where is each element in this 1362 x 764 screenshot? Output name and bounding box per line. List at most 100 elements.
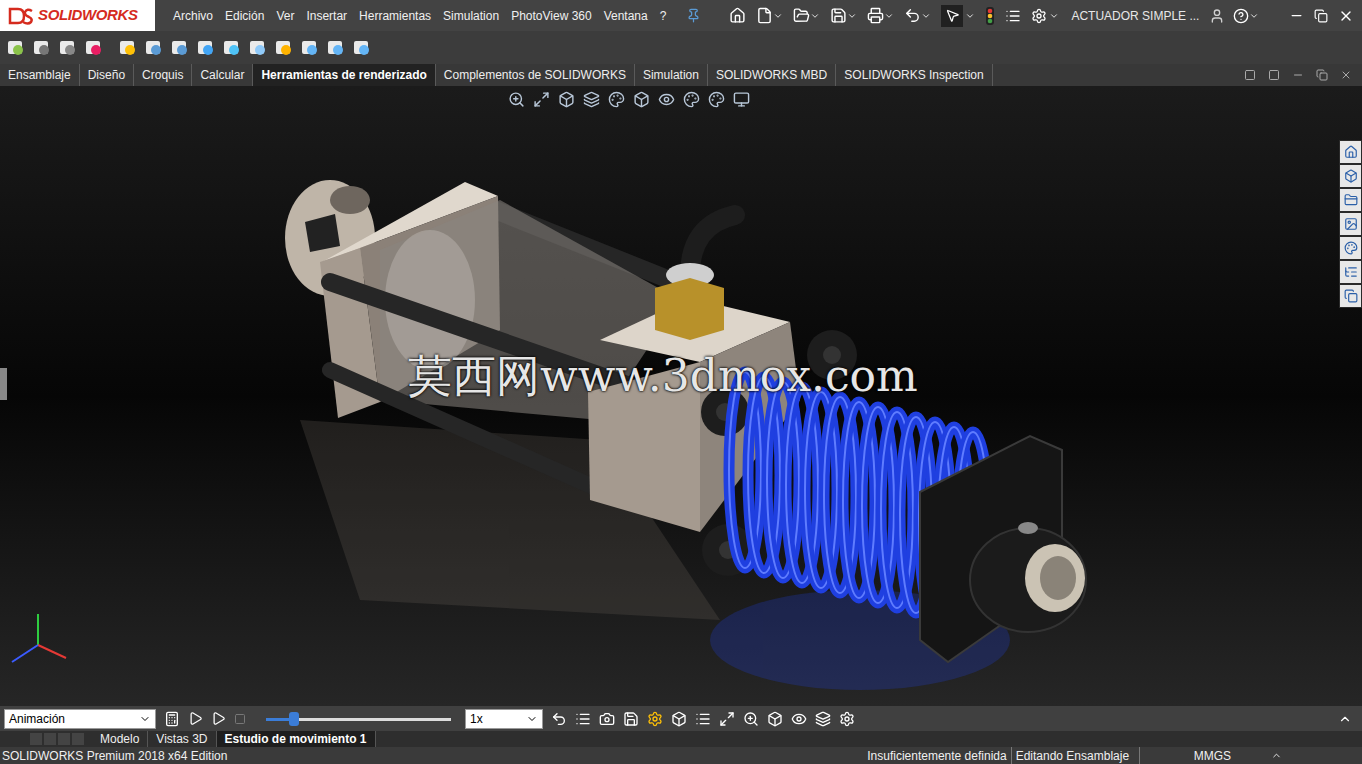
command-tab[interactable]: Croquis xyxy=(134,64,192,86)
dropdown-arrow-icon[interactable] xyxy=(773,11,783,21)
dropdown-arrow-icon[interactable] xyxy=(884,11,894,21)
view-tool-icon[interactable] xyxy=(558,91,575,108)
play-icon[interactable] xyxy=(211,711,226,726)
help-icon[interactable] xyxy=(1233,8,1249,24)
tab-scroll-button[interactable] xyxy=(44,733,56,745)
menu-item[interactable]: Edición xyxy=(225,7,264,25)
rebuild-icon[interactable] xyxy=(985,6,995,26)
open-icon[interactable] xyxy=(793,7,810,24)
study-properties-icon[interactable] xyxy=(839,711,855,727)
motion-tool-icon[interactable] xyxy=(719,711,735,727)
solidworks-logo[interactable]: SOLIDWORKS xyxy=(0,0,155,31)
task-pane-tab[interactable] xyxy=(1340,213,1361,235)
menu-item[interactable]: PhotoView 360 xyxy=(511,7,592,25)
model-tab[interactable]: Vistas 3D xyxy=(148,731,216,747)
command-tab[interactable]: Calcular xyxy=(192,64,253,86)
sidebar-toggle[interactable] xyxy=(0,368,7,400)
slider-thumb[interactable] xyxy=(289,712,299,726)
task-pane-tab[interactable] xyxy=(1340,285,1361,307)
command-tab[interactable]: SOLIDWORKS Inspection xyxy=(836,64,992,86)
motion-tool-icon[interactable] xyxy=(623,711,639,727)
new-file-icon[interactable] xyxy=(756,7,773,24)
dropdown-arrow-icon[interactable] xyxy=(921,11,931,21)
doc-minimize-icon[interactable] xyxy=(1292,69,1304,81)
motion-tool-icon[interactable] xyxy=(599,711,615,727)
motion-tool-icon[interactable] xyxy=(647,711,663,727)
menu-item[interactable]: Ver xyxy=(276,7,294,25)
menu-item[interactable]: Herramientas xyxy=(359,7,431,25)
doc-restore-icon[interactable] xyxy=(1316,69,1328,81)
pin-icon[interactable] xyxy=(686,8,701,23)
render-tool-icon[interactable] xyxy=(352,38,372,58)
view-tool-icon[interactable] xyxy=(608,91,625,108)
render-tool-icon[interactable] xyxy=(58,38,78,58)
task-pane-tab[interactable] xyxy=(1340,165,1361,187)
motion-tool-icon[interactable] xyxy=(767,711,783,727)
command-tab[interactable]: Ensamblaje xyxy=(0,64,80,86)
view-tool-icon[interactable] xyxy=(733,91,750,108)
view-tool-icon[interactable] xyxy=(533,91,550,108)
tab-scroll-button[interactable] xyxy=(30,733,42,745)
model-tab[interactable]: Modelo xyxy=(92,731,148,747)
dropdown-arrow-icon[interactable] xyxy=(847,11,857,21)
calculate-icon[interactable] xyxy=(164,711,180,727)
stop-icon[interactable] xyxy=(234,713,246,725)
render-tool-icon[interactable] xyxy=(222,38,242,58)
collapse-icon[interactable] xyxy=(1338,712,1352,726)
panel-left-icon[interactable] xyxy=(1244,69,1256,81)
render-tool-icon[interactable] xyxy=(196,38,216,58)
render-tool-icon[interactable] xyxy=(118,38,138,58)
task-pane-tab[interactable] xyxy=(1340,261,1361,283)
render-tool-icon[interactable] xyxy=(274,38,294,58)
tab-scroll-button[interactable] xyxy=(72,733,84,745)
task-pane-tab[interactable] xyxy=(1340,141,1361,163)
view-tool-icon[interactable] xyxy=(508,91,525,108)
file-properties-icon[interactable] xyxy=(1005,8,1021,24)
task-pane-tab[interactable] xyxy=(1340,189,1361,211)
view-tool-icon[interactable] xyxy=(708,91,725,108)
render-tool-icon[interactable] xyxy=(170,38,190,58)
render-tool-icon[interactable] xyxy=(84,38,104,58)
model-tab[interactable]: Estudio de movimiento 1 xyxy=(217,731,376,747)
command-tab[interactable]: Diseño xyxy=(80,64,134,86)
motion-tool-icon[interactable] xyxy=(815,711,831,727)
study-type-select[interactable]: Animación xyxy=(4,709,156,729)
render-tool-icon[interactable] xyxy=(144,38,164,58)
command-tab[interactable]: Complementos de SOLIDWORKS xyxy=(436,64,635,86)
motion-tool-icon[interactable] xyxy=(695,711,711,727)
menu-item[interactable]: Archivo xyxy=(173,7,213,25)
task-pane-tab[interactable] xyxy=(1340,237,1361,259)
view-tool-icon[interactable] xyxy=(683,91,700,108)
command-tab[interactable]: SOLIDWORKS MBD xyxy=(708,64,836,86)
select-button[interactable] xyxy=(941,5,963,27)
panel-right-icon[interactable] xyxy=(1268,69,1280,81)
view-tool-icon[interactable] xyxy=(658,91,675,108)
unit-system[interactable]: MMGS xyxy=(1194,747,1231,764)
save-icon[interactable] xyxy=(830,7,847,24)
menu-item[interactable]: Ventana xyxy=(604,7,648,25)
dropdown-arrow-icon[interactable] xyxy=(810,11,820,21)
units-menu-icon[interactable] xyxy=(1271,750,1282,761)
command-tab[interactable]: Herramientas de renderizado xyxy=(253,64,435,86)
close-icon[interactable] xyxy=(1338,8,1354,24)
render-tool-icon[interactable] xyxy=(6,38,26,58)
tab-scroll-button[interactable] xyxy=(58,733,70,745)
doc-close-icon[interactable] xyxy=(1340,69,1352,81)
undo-icon[interactable] xyxy=(904,7,921,24)
minimize-icon[interactable] xyxy=(1289,8,1304,23)
motion-tool-icon[interactable] xyxy=(791,711,807,727)
dropdown-arrow-icon[interactable] xyxy=(965,11,975,21)
render-tool-icon[interactable] xyxy=(32,38,52,58)
dropdown-arrow-icon[interactable] xyxy=(1049,11,1059,21)
motion-tool-icon[interactable] xyxy=(671,711,687,727)
motion-tool-icon[interactable] xyxy=(575,711,591,727)
motion-tool-icon[interactable] xyxy=(551,711,567,727)
dropdown-arrow-icon[interactable] xyxy=(1249,11,1259,21)
render-tool-icon[interactable] xyxy=(326,38,346,58)
menu-item[interactable]: Simulation xyxy=(443,7,499,25)
timeline-slider[interactable] xyxy=(266,712,451,726)
play-from-start-icon[interactable] xyxy=(188,711,203,726)
home-icon[interactable] xyxy=(729,7,746,24)
view-tool-icon[interactable] xyxy=(583,91,600,108)
render-tool-icon[interactable] xyxy=(300,38,320,58)
